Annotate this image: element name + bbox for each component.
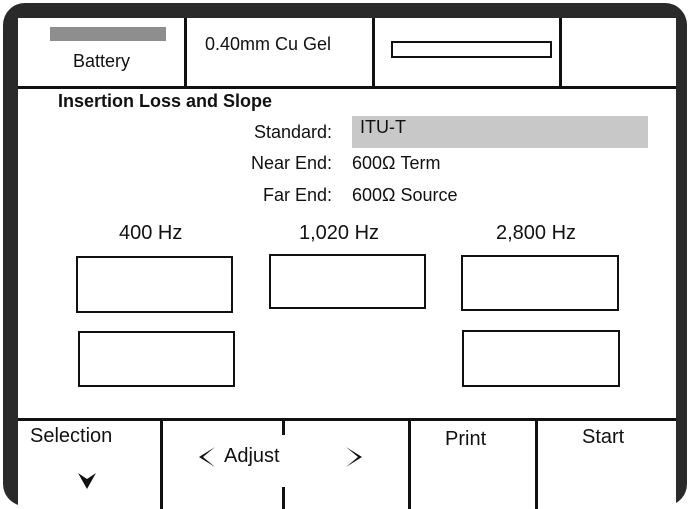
print-softkey[interactable]: Print	[411, 421, 535, 509]
header-divider	[559, 18, 562, 86]
selection-softkey[interactable]: Selection	[18, 421, 160, 509]
display-screen: Battery 0.40mm Cu Gel Insertion Loss and…	[18, 18, 676, 509]
header-divider	[372, 18, 375, 86]
chevron-down-icon	[78, 473, 96, 489]
selection-label: Selection	[30, 425, 113, 447]
freq-label-400: 400 Hz	[119, 222, 183, 244]
softkey-bar: Selection Adjust Print Start	[18, 418, 676, 509]
start-label: Start	[582, 426, 625, 448]
chevron-left-icon[interactable]	[199, 447, 215, 467]
progress-bar	[391, 41, 552, 58]
start-softkey[interactable]: Start	[538, 421, 676, 509]
status-header: Battery 0.40mm Cu Gel	[18, 18, 676, 89]
far-end-label: Far End:	[262, 185, 332, 205]
loss-result-1020	[269, 254, 426, 309]
loss-result-400	[76, 256, 233, 313]
near-end-label: Near End:	[250, 153, 332, 173]
header-divider	[184, 18, 187, 86]
cable-type-label: 0.40mm Cu Gel	[205, 34, 332, 54]
chevron-right-icon[interactable]	[346, 447, 362, 467]
near-end-value: 600Ω Term	[352, 153, 441, 173]
print-label: Print	[445, 428, 487, 450]
loss-result-2800	[461, 255, 619, 311]
standard-value: ITU-T	[360, 117, 406, 137]
standard-label: Standard:	[253, 122, 332, 142]
freq-label-1020: 1,020 Hz	[299, 222, 380, 244]
slope-result-2800	[462, 330, 620, 387]
freq-label-2800: 2,800 Hz	[496, 222, 577, 244]
adjust-tick	[282, 421, 285, 435]
slope-result-400	[78, 331, 235, 387]
adjust-softkey[interactable]: Adjust	[163, 421, 408, 509]
adjust-label: Adjust	[224, 445, 280, 467]
battery-indicator	[50, 27, 166, 41]
standard-field[interactable]: ITU-T	[352, 116, 648, 148]
test-title: Insertion Loss and Slope	[58, 91, 273, 111]
far-end-value: 600Ω Source	[352, 185, 458, 205]
battery-label: Battery	[73, 51, 131, 71]
